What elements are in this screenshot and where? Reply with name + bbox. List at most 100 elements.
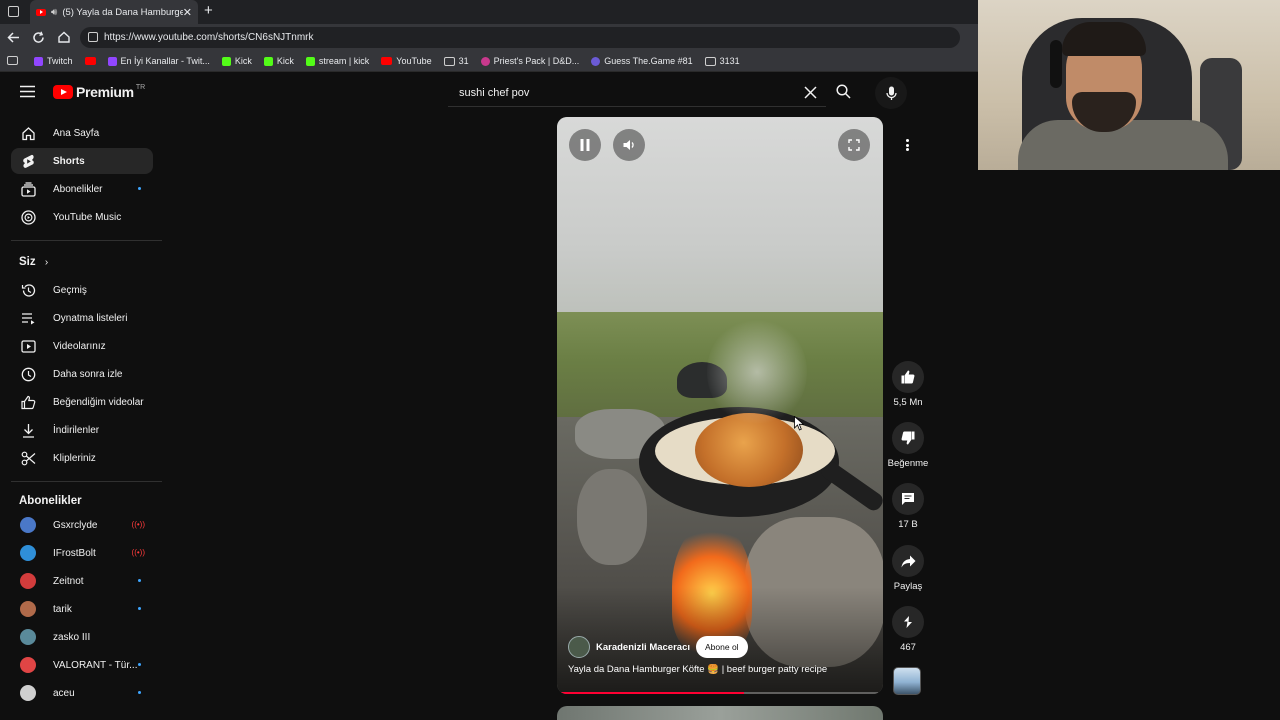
search-icon[interactable]	[836, 84, 851, 99]
sidebar-item-playlists[interactable]: Oynatma listeleri	[11, 305, 153, 331]
search-input[interactable]: sushi chef pov	[448, 79, 826, 107]
new-tab-icon[interactable]: +	[204, 2, 213, 19]
you-section-title[interactable]: Siz ›	[19, 256, 48, 268]
site-info-icon[interactable]	[88, 32, 98, 42]
channel-avatar	[20, 601, 36, 617]
tab-overview-icon[interactable]	[8, 6, 19, 17]
bookmark-item[interactable]: Kick	[221, 56, 252, 66]
microphone-icon	[885, 86, 897, 100]
volume-button[interactable]	[613, 129, 645, 161]
live-indicator-icon: ((•))	[131, 520, 145, 529]
bookmark-item[interactable]: stream | kick	[305, 56, 369, 66]
next-short-preview[interactable]	[557, 706, 883, 720]
shorts-player[interactable]: Karadenizli Maceracı Abone ol Yayla da D…	[557, 117, 883, 694]
thumbs-down-icon	[901, 431, 915, 445]
like-action[interactable]: 5,5 Mn	[886, 361, 930, 408]
comments-action[interactable]: 17 B	[886, 483, 930, 530]
more-options-icon[interactable]	[900, 136, 914, 154]
speaker-icon[interactable]: 🔊︎	[51, 7, 57, 18]
sidebar-item-youtube-music[interactable]: YouTube Music	[11, 204, 153, 230]
subscription-channel[interactable]: tarik	[11, 596, 153, 622]
bookmark-folder[interactable]: 31	[443, 56, 469, 66]
short-title[interactable]: Yayla da Dana Hamburger Köfte 🍔 | beef b…	[568, 664, 868, 675]
pause-button[interactable]	[569, 129, 601, 161]
remix-button[interactable]	[892, 606, 924, 638]
hamburger-menu-icon[interactable]	[20, 85, 35, 98]
bookmark-item[interactable]: En İyi Kanallar - Twit...	[107, 56, 210, 66]
folder-icon	[704, 56, 716, 66]
browser-tab-active[interactable]: 🔊︎ (5) Yayla da Dana Hamburge ✕	[30, 0, 198, 24]
share-button[interactable]	[892, 545, 924, 577]
sidebar-item-home[interactable]: Ana Sayfa	[11, 120, 153, 146]
youtube-favicon-icon	[36, 8, 46, 16]
remix-action[interactable]: 467	[886, 606, 930, 653]
sidebar-item-downloads[interactable]: İndirilenler	[11, 417, 153, 443]
remix-icon	[904, 616, 912, 628]
subscription-channel[interactable]: aceu	[11, 680, 153, 706]
reading-list-icon[interactable]	[7, 56, 18, 65]
bookmark-item[interactable]: YouTube	[381, 56, 432, 66]
channel-avatar	[20, 657, 36, 673]
share-label: Paylaş	[893, 581, 923, 592]
url-text: https://www.youtube.com/shorts/CN6sNJTnm…	[104, 32, 314, 43]
fullscreen-button[interactable]	[838, 129, 870, 161]
video-smoke	[707, 317, 807, 427]
voice-search-button[interactable]	[875, 77, 907, 109]
bookmark-item[interactable]: Priest's Pack | D&D...	[480, 56, 579, 66]
bookmark-item[interactable]: Twitch	[34, 56, 73, 66]
share-action[interactable]: Paylaş	[886, 545, 930, 592]
bookmark-item[interactable]	[84, 57, 96, 65]
sidebar-item-liked-videos[interactable]: Beğendiğim videolar	[11, 389, 153, 415]
channel-name[interactable]: Karadenizli Maceracı	[596, 642, 690, 653]
comments-button[interactable]	[892, 483, 924, 515]
share-icon	[901, 555, 915, 567]
webcam-overlay	[978, 0, 1280, 170]
like-button[interactable]	[892, 361, 924, 393]
comment-icon	[902, 493, 914, 505]
youtube-premium-logo[interactable]: Premium TR	[53, 84, 145, 100]
youtube-icon	[381, 57, 393, 65]
url-field[interactable]: https://www.youtube.com/shorts/CN6sNJTnm…	[80, 27, 960, 48]
twitch-icon	[34, 56, 43, 66]
back-icon[interactable]	[7, 31, 20, 44]
subscription-channel[interactable]: IFrostBolt ((•))	[11, 540, 153, 566]
new-content-dot	[138, 691, 141, 694]
fullscreen-icon	[848, 139, 860, 151]
streamer-body	[1018, 120, 1228, 170]
dislike-action[interactable]: Beğenme	[886, 422, 930, 469]
video-frame	[557, 117, 883, 694]
sidebar-item-watch-later[interactable]: Daha sonra izle	[11, 361, 153, 387]
sidebar-item-history[interactable]: Geçmiş	[11, 277, 153, 303]
sidebar-item-clips[interactable]: Klipleriniz	[11, 445, 153, 471]
channel-avatar[interactable]	[568, 636, 590, 658]
reload-icon[interactable]	[32, 31, 45, 44]
home-browser-icon[interactable]	[57, 30, 71, 44]
sidebar-item-your-videos[interactable]: Videolarınız	[11, 333, 153, 359]
subscribe-button[interactable]: Abone ol	[696, 636, 748, 658]
clear-search-icon[interactable]	[804, 86, 817, 99]
sidebar: Ana Sayfa Shorts Abonelikler YouTube Mus…	[0, 112, 165, 720]
progress-track[interactable]	[560, 692, 878, 694]
tab-close-icon[interactable]: ✕	[183, 6, 192, 19]
sidebar-divider	[11, 240, 162, 241]
bookmark-folder[interactable]: 3131	[704, 56, 740, 66]
sidebar-item-shorts[interactable]: Shorts	[11, 148, 153, 174]
logo-text: Premium	[76, 84, 134, 100]
dislike-button[interactable]	[892, 422, 924, 454]
subscription-channel[interactable]: Gsxrclyde ((•))	[11, 512, 153, 538]
kick-icon	[305, 56, 315, 66]
subscription-channel[interactable]: Zeitnot	[11, 568, 153, 594]
subscription-channel[interactable]: VALORANT - Tür...	[11, 652, 153, 678]
bookmark-item[interactable]: Kick	[263, 56, 294, 66]
liked-icon	[20, 394, 36, 410]
volume-icon	[623, 140, 634, 150]
chevron-right-icon: ›	[44, 257, 49, 268]
kick-icon	[263, 56, 273, 66]
mouse-cursor-icon	[794, 416, 804, 431]
bookmark-item[interactable]: Guess The.Game #81	[591, 56, 693, 66]
sidebar-item-subscriptions[interactable]: Abonelikler	[11, 176, 153, 202]
subscription-channel[interactable]: zasko III	[11, 624, 153, 650]
new-content-dot	[138, 663, 141, 666]
shorts-icon	[20, 153, 36, 169]
sound-thumbnail[interactable]	[893, 667, 921, 695]
